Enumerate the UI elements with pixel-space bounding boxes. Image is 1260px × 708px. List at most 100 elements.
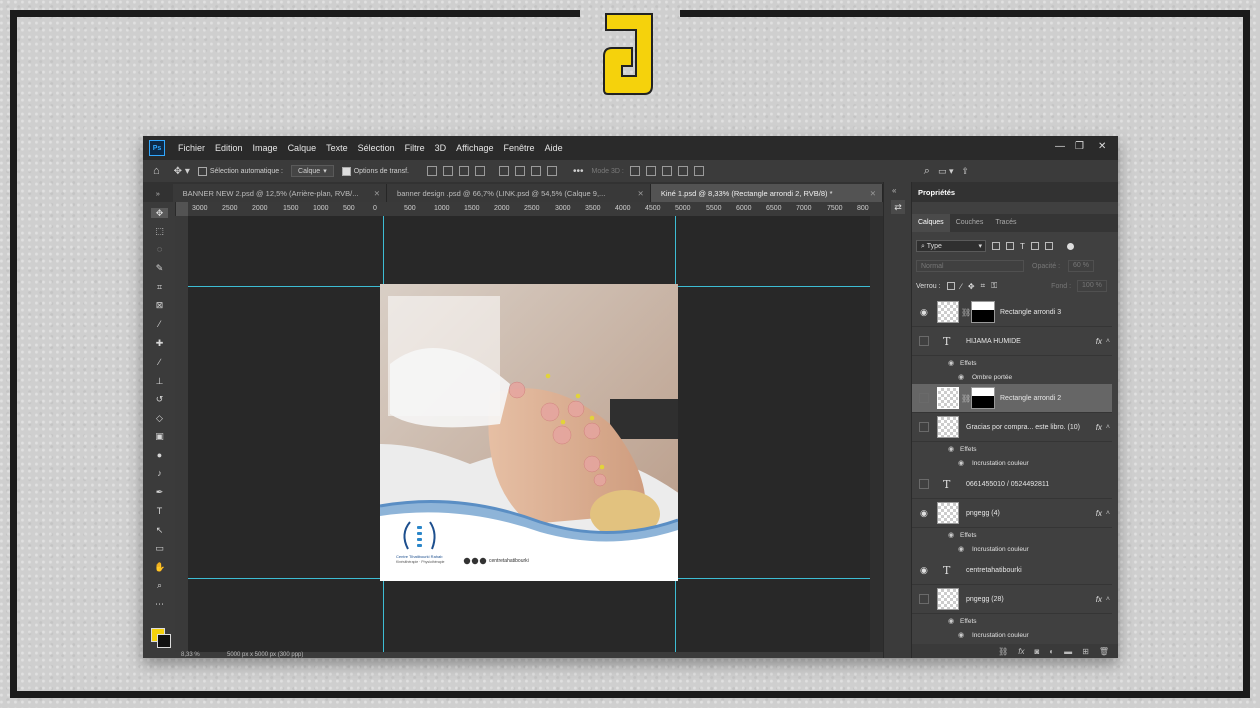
hand-tool-icon[interactable]: ✋ [154, 562, 165, 572]
search-icon[interactable]: ⌕ [924, 165, 930, 178]
expand-effects-icon[interactable]: ˄ [1106, 338, 1110, 345]
workspace-icon[interactable]: ▭ ▾ [938, 166, 954, 177]
canvas-area[interactable]: Centre Tihatibourki Rahab Kinésithérapie… [188, 216, 870, 652]
layer-row[interactable]: ◉ ⛓ Rectangle arrondi 3 [912, 298, 1112, 327]
lasso-tool-icon[interactable]: ◌ [154, 244, 165, 254]
gradient-tool-icon[interactable]: ▣ [154, 431, 165, 441]
tab-calques[interactable]: Calques [912, 214, 950, 232]
filter-toggle-icon[interactable] [1066, 242, 1074, 250]
fx-icon[interactable]: fx [1096, 509, 1102, 518]
eye-icon[interactable]: ◉ [920, 565, 928, 576]
edit-toolbar-icon[interactable]: ⋯ [154, 599, 165, 609]
frame-tool-icon[interactable]: ⊠ [154, 300, 165, 310]
properties-tab[interactable]: Propriétés [912, 182, 1118, 202]
tab-kine-1[interactable]: Kiné 1.psd @ 8,33% (Rectangle arrondi 2,… [650, 184, 883, 202]
layer-row[interactable]: ⛓ Rectangle arrondi 2 [912, 384, 1112, 413]
marquee-tool-icon[interactable]: ⬚ [154, 226, 165, 236]
eraser-tool-icon[interactable]: ◇ [154, 413, 165, 423]
background-color-swatch[interactable] [157, 634, 171, 648]
share-icon[interactable]: ⇪ [962, 166, 970, 177]
more-options-icon[interactable]: ••• [573, 166, 584, 177]
tab-banner-new-2[interactable]: BANNER NEW 2.psd @ 12,5% (Arrière-plan, … [172, 184, 388, 202]
fx-icon[interactable]: fx [1096, 423, 1102, 432]
lock-artboard-icon[interactable]: ⌗ [981, 281, 986, 291]
path-select-tool-icon[interactable]: ↖ [154, 525, 165, 535]
layer-row[interactable]: ◉ T centretahatibourki [912, 556, 1112, 585]
history-brush-tool-icon[interactable]: ↺ [154, 394, 165, 404]
properties-panel-icon[interactable]: ⇄ [891, 200, 905, 214]
zoom-level[interactable]: 8,33 % [181, 652, 200, 658]
lock-position-icon[interactable]: ✥ [968, 282, 975, 291]
pen-tool-icon[interactable]: ✒ [154, 487, 165, 497]
link-icon[interactable]: ⛓ [961, 394, 971, 403]
layer-row[interactable]: T HIJAMA HUMIDE fx ˄ [912, 327, 1112, 356]
fx-icon[interactable]: fx [1096, 337, 1102, 346]
minimize-icon[interactable]: — [1055, 141, 1065, 152]
move-tool-icon[interactable]: ✥ [151, 208, 168, 218]
effect-row[interactable]: ◉ Incrustation couleur [912, 542, 1112, 556]
eye-icon[interactable]: ◉ [958, 459, 964, 467]
effect-row[interactable]: ◉ Incrustation couleur [912, 628, 1112, 642]
canvas-vertical-scrollbar[interactable] [870, 216, 883, 652]
link-layers-icon[interactable]: ⛓ [998, 647, 1008, 656]
menu-edition[interactable]: Edition [210, 143, 248, 153]
visibility-toggle[interactable] [919, 336, 929, 346]
lock-pixels-icon[interactable]: ∕ [961, 282, 962, 291]
eye-icon[interactable]: ◉ [948, 617, 954, 625]
auto-select-target-dropdown[interactable]: Calque ▾ [291, 165, 334, 177]
opacity-value[interactable]: 60 % [1068, 260, 1094, 272]
quick-select-tool-icon[interactable]: ✎ [154, 263, 165, 273]
fx-icon[interactable]: fx [1096, 595, 1102, 604]
close-tab-icon[interactable]: ✕ [870, 189, 876, 198]
align-vcenter-icon[interactable] [498, 166, 509, 176]
eye-icon[interactable]: ◉ [948, 359, 954, 367]
add-mask-icon[interactable]: ◙ [1034, 647, 1039, 656]
close-tab-icon[interactable]: ✕ [638, 189, 644, 198]
blur-tool-icon[interactable]: ● [154, 450, 165, 460]
link-icon[interactable]: ⛓ [961, 308, 971, 317]
layer-mask-thumbnail[interactable] [971, 387, 995, 409]
visibility-toggle[interactable] [919, 594, 929, 604]
eye-icon[interactable]: ◉ [958, 631, 964, 639]
filter-shape-icon[interactable] [1030, 242, 1039, 250]
align-left-icon[interactable] [426, 166, 437, 176]
menu-texte[interactable]: Texte [321, 143, 353, 153]
expand-effects-icon[interactable]: ˄ [1106, 424, 1110, 431]
lock-all-icon[interactable]: ⚿ [991, 281, 997, 291]
filter-pixel-icon[interactable] [992, 242, 1000, 250]
expand-panels-icon[interactable]: « [892, 186, 896, 195]
adjustment-layer-icon[interactable]: ◐ [1049, 647, 1054, 656]
home-icon[interactable]: ⌂ [153, 165, 160, 177]
layer-row[interactable]: T 0661455010 / 0524492811 [912, 470, 1112, 499]
eye-icon[interactable]: ◉ [948, 445, 954, 453]
layer-row[interactable]: pngegg (28) fx ˄ [912, 585, 1112, 614]
layer-row[interactable]: ◉ pngegg (4) fx ˄ [912, 499, 1112, 528]
filter-smart-object-icon[interactable] [1044, 242, 1053, 250]
transform-controls-checkbox[interactable]: Options de transf. [341, 166, 409, 176]
3d-camera-icon[interactable] [693, 166, 704, 176]
restore-icon[interactable]: ❐ [1075, 141, 1084, 152]
fill-value[interactable]: 100 % [1077, 280, 1107, 292]
layer-mask-thumbnail[interactable] [971, 301, 995, 323]
3d-roll-icon[interactable] [645, 166, 656, 176]
distribute-icon[interactable] [530, 166, 541, 176]
eye-icon[interactable]: ◉ [948, 531, 954, 539]
distribute-spacing-icon[interactable] [546, 166, 557, 176]
filter-type-icon[interactable]: T [1020, 242, 1025, 251]
eye-icon[interactable]: ◉ [958, 373, 964, 381]
eye-icon[interactable]: ◉ [958, 545, 964, 553]
3d-orbit-icon[interactable] [629, 166, 640, 176]
menu-calque[interactable]: Calque [283, 143, 322, 153]
eyedropper-tool-icon[interactable]: ⁄ [154, 319, 165, 329]
menu-affichage[interactable]: Affichage [451, 143, 498, 153]
visibility-toggle[interactable] [919, 479, 929, 489]
auto-select-checkbox[interactable]: Sélection automatique : [197, 166, 283, 176]
tab-couches[interactable]: Couches [950, 214, 990, 232]
tabs-collapse-icon[interactable]: » [143, 184, 173, 202]
auto-select-box[interactable] [197, 166, 207, 176]
align-top-icon[interactable] [474, 166, 485, 176]
eye-icon[interactable]: ◉ [920, 508, 928, 519]
clone-stamp-tool-icon[interactable]: ⊥ [154, 376, 165, 386]
tab-traces[interactable]: Tracés [989, 214, 1022, 232]
expand-effects-icon[interactable]: ˄ [1106, 596, 1110, 603]
